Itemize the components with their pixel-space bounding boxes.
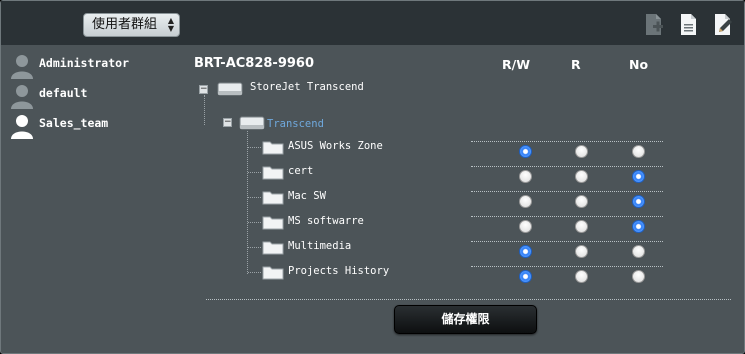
device-name: BRT-AC828-9960 — [194, 56, 315, 71]
tree-connector — [248, 222, 261, 223]
folder-row: Multimedia — [1, 237, 745, 262]
collapse-toggle-icon[interactable]: − — [199, 85, 208, 94]
radio-no[interactable] — [632, 245, 645, 258]
partition-drive-icon — [239, 116, 265, 130]
user-avatar-icon — [11, 55, 33, 79]
tree-connector — [248, 147, 261, 148]
folder-icon — [262, 141, 284, 155]
save-permissions-button[interactable]: 儲存權限 — [394, 305, 537, 334]
radio-no[interactable] — [632, 195, 645, 208]
folder-row: MS softwarre — [1, 212, 745, 237]
tree-connector — [248, 272, 261, 273]
radio-r[interactable] — [575, 145, 588, 158]
radio-no[interactable] — [632, 145, 645, 158]
folder-name: Projects History — [288, 265, 390, 277]
tree-connector — [248, 172, 261, 173]
footer-divider — [206, 299, 731, 300]
folder-row: Projects History — [1, 262, 745, 287]
row-separator — [471, 166, 663, 167]
radio-no[interactable] — [632, 170, 645, 183]
hard-drive-icon — [217, 82, 243, 96]
folder-icon — [262, 166, 284, 180]
radio-r[interactable] — [575, 245, 588, 258]
folder-row: Mac SW — [1, 187, 745, 212]
row-separator — [471, 141, 663, 142]
collapse-toggle-icon[interactable]: − — [223, 118, 232, 127]
folder-icon — [262, 266, 284, 280]
folder-row: ASUS Works Zone — [1, 137, 745, 162]
permissions-panel: 使用者群組 ▲ ▼ Administrator default Sales_te… — [0, 0, 745, 354]
radio-no[interactable] — [632, 270, 645, 283]
drive-label: StoreJet Transcend — [250, 81, 364, 93]
radio-r[interactable] — [575, 270, 588, 283]
user-avatar-icon — [11, 85, 33, 109]
radio-rw[interactable] — [519, 245, 532, 258]
radio-rw[interactable] — [519, 145, 532, 158]
row-separator — [471, 191, 663, 192]
tree-connector — [248, 247, 261, 248]
user-name: default — [39, 86, 88, 100]
folder-name: ASUS Works Zone — [288, 140, 383, 152]
document-icon[interactable] — [678, 13, 700, 37]
user-name: Sales_team — [39, 116, 109, 130]
tree-connector — [204, 95, 205, 125]
folder-icon — [262, 241, 284, 255]
stepper-arrows-icon: ▲ ▼ — [167, 16, 174, 33]
radio-rw[interactable] — [519, 270, 532, 283]
user-item-administrator[interactable]: Administrator — [9, 53, 189, 79]
add-folder-icon[interactable] — [644, 13, 666, 37]
user-item-sales-team[interactable]: Sales_team — [9, 113, 189, 139]
row-separator — [471, 216, 663, 217]
column-header-rw: R/W — [502, 57, 530, 72]
radio-r[interactable] — [575, 195, 588, 208]
user-name: Administrator — [39, 56, 130, 70]
radio-rw[interactable] — [519, 170, 532, 183]
radio-rw[interactable] — [519, 195, 532, 208]
folder-name: Multimedia — [288, 240, 352, 252]
column-header-r: R — [571, 57, 581, 72]
folder-icon — [262, 191, 284, 205]
radio-r[interactable] — [575, 220, 588, 233]
folder-name: cert — [288, 165, 314, 177]
radio-rw[interactable] — [519, 220, 532, 233]
group-selector-value: 使用者群組 — [92, 17, 158, 32]
user-avatar-icon — [11, 115, 33, 139]
user-item-default[interactable]: default — [9, 83, 189, 109]
folder-name: MS softwarre — [288, 215, 364, 227]
partition-link[interactable]: Transcend — [267, 118, 324, 130]
tree-connector — [248, 197, 261, 198]
group-selector[interactable]: 使用者群組 ▲ ▼ — [83, 13, 180, 37]
row-separator — [471, 266, 663, 267]
row-separator — [471, 241, 663, 242]
top-toolbar: 使用者群組 ▲ ▼ — [1, 1, 744, 45]
radio-no[interactable] — [632, 220, 645, 233]
folder-row: cert — [1, 162, 745, 187]
radio-r[interactable] — [575, 170, 588, 183]
folder-icon — [262, 216, 284, 230]
edit-icon[interactable] — [712, 13, 734, 37]
folder-name: Mac SW — [288, 190, 326, 202]
column-header-no: No — [629, 57, 649, 72]
